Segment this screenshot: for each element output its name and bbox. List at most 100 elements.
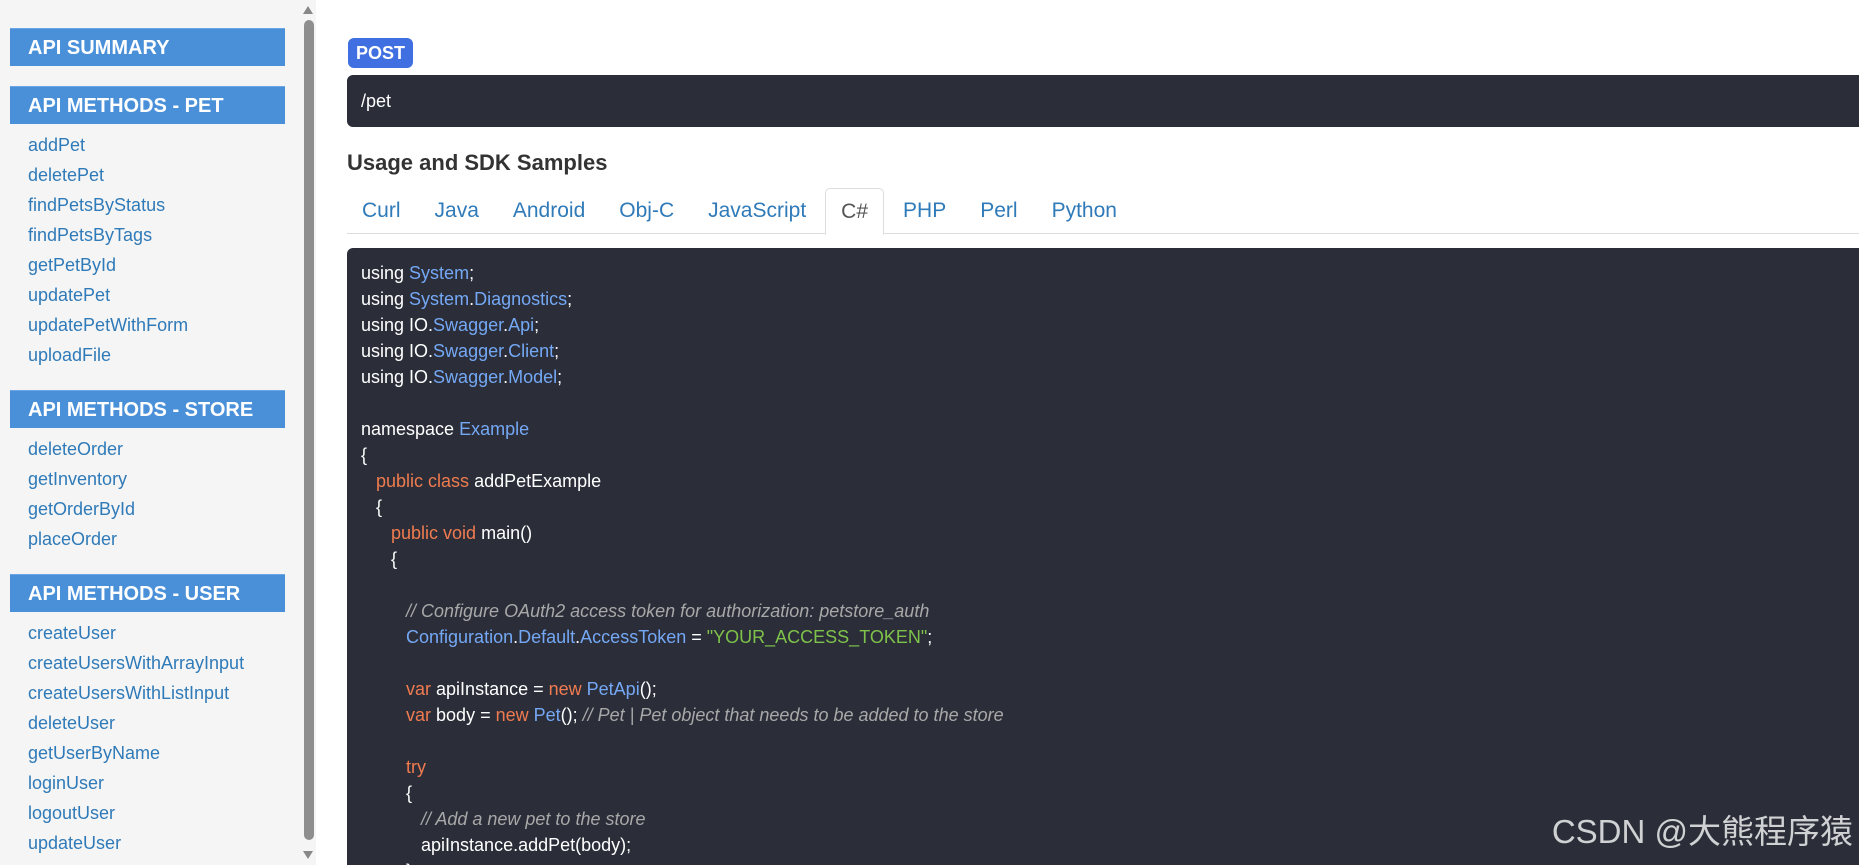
code-line: { bbox=[361, 780, 1845, 806]
code-token: { bbox=[361, 549, 398, 569]
nav-link-updateUser[interactable]: updateUser bbox=[28, 828, 300, 858]
nav-link-createUsersWithArrayInput[interactable]: createUsersWithArrayInput bbox=[28, 648, 300, 678]
code-token: var bbox=[406, 705, 437, 725]
code-line: public void main() bbox=[361, 520, 1845, 546]
code-line: namespace Example bbox=[361, 416, 1845, 442]
code-token: new bbox=[495, 705, 534, 725]
code-token: Swagger bbox=[433, 315, 504, 335]
scroll-up-arrow-icon[interactable] bbox=[303, 6, 313, 14]
code-token: Default bbox=[518, 627, 576, 647]
tab-perl[interactable]: Perl bbox=[965, 188, 1032, 234]
tab-php[interactable]: PHP bbox=[888, 188, 961, 234]
code-token: Diagnostics bbox=[474, 289, 568, 309]
code-token: (); bbox=[560, 705, 583, 725]
nav-link-getOrderById[interactable]: getOrderById bbox=[28, 494, 300, 524]
nav-link-updatePet[interactable]: updatePet bbox=[28, 280, 300, 310]
tab-javascript[interactable]: JavaScript bbox=[693, 188, 821, 234]
sdk-tabs: Curl Java Android Obj-C JavaScript C# PHP Perl P… bbox=[347, 188, 1859, 235]
nav-link-findPetsByTags[interactable]: findPetsByTags bbox=[28, 220, 300, 250]
nav-link-getInventory[interactable]: getInventory bbox=[28, 464, 300, 494]
tab-python[interactable]: Python bbox=[1037, 188, 1132, 234]
code-token: Api bbox=[508, 315, 535, 335]
code-line: using IO.Swagger.Api; bbox=[361, 312, 1845, 338]
sidebar: API SUMMARY API METHODS - PET addPet delet… bbox=[0, 0, 300, 865]
code-line: using System; bbox=[361, 260, 1845, 286]
code-token: { bbox=[361, 445, 368, 465]
watermark: CSDN @大熊程序猿 bbox=[1551, 813, 1853, 850]
code-sample: using System; using System.Diagnostics; us… bbox=[347, 248, 1859, 865]
code-token: Example bbox=[459, 419, 530, 439]
nav-sections: API METHODS - PET addPet deletePet findPets… bbox=[0, 66, 300, 858]
nav-link-getPetById[interactable]: getPetById bbox=[28, 250, 300, 280]
code-token: Swagger bbox=[433, 367, 504, 387]
code-token: // Add a new pet to the store bbox=[421, 809, 646, 829]
code-token: // Configure OAuth2 access token for aut… bbox=[406, 601, 930, 621]
sidebar-scrollbar[interactable] bbox=[300, 0, 316, 865]
nav-link-createUsersWithListInput[interactable]: createUsersWithListInput bbox=[28, 678, 300, 708]
tab-obj-c[interactable]: Obj-C bbox=[604, 188, 689, 234]
nav-link-logoutUser[interactable]: logoutUser bbox=[28, 798, 300, 828]
code-token: public void bbox=[391, 523, 482, 543]
code-token: = bbox=[686, 627, 707, 647]
code-token: } bbox=[361, 861, 412, 865]
tab-csharp[interactable]: C# bbox=[825, 188, 885, 235]
code-token: "YOUR_ACCESS_TOKEN" bbox=[706, 627, 928, 647]
http-method-badge: POST bbox=[348, 38, 414, 68]
nav-link-addPet[interactable]: addPet bbox=[28, 130, 300, 160]
code-token: PetApi bbox=[586, 679, 640, 699]
code-token: body = bbox=[436, 705, 496, 725]
code-token: var bbox=[406, 679, 437, 699]
nav-link-placeOrder[interactable]: placeOrder bbox=[28, 524, 300, 554]
code-token: Model bbox=[508, 367, 558, 387]
nav-link-loginUser[interactable]: loginUser bbox=[28, 768, 300, 798]
nav-link-findPetsByStatus[interactable]: findPetsByStatus bbox=[28, 190, 300, 220]
nav-link-deleteUser[interactable]: deleteUser bbox=[28, 708, 300, 738]
nav-section-header[interactable]: API METHODS - STORE bbox=[10, 390, 285, 428]
code-token: public class bbox=[376, 471, 475, 491]
code-line: { bbox=[361, 546, 1845, 572]
nav-link-deletePet[interactable]: deletePet bbox=[28, 160, 300, 190]
nav-link-deleteOrder[interactable]: deleteOrder bbox=[28, 434, 300, 464]
code-token: namespace bbox=[361, 419, 460, 439]
tab-android[interactable]: Android bbox=[498, 188, 600, 234]
code-token: ; bbox=[469, 263, 475, 283]
nav-section-header[interactable]: API METHODS - PET bbox=[10, 86, 285, 124]
code-token: apiInstance = bbox=[436, 679, 549, 699]
code-line: { bbox=[361, 442, 1845, 468]
code-token: ; bbox=[567, 289, 573, 309]
code-token: try bbox=[406, 757, 427, 777]
code-token: Configuration bbox=[406, 627, 514, 647]
tab-java[interactable]: Java bbox=[420, 188, 494, 234]
code-line: using System.Diagnostics; bbox=[361, 286, 1845, 312]
nav-link-createUser[interactable]: createUser bbox=[28, 618, 300, 648]
section-title: Usage and SDK Samples bbox=[347, 150, 608, 175]
code-token: { bbox=[361, 497, 383, 517]
tab-curl[interactable]: Curl bbox=[347, 188, 416, 234]
code-token: (); bbox=[639, 679, 657, 699]
api-summary-header[interactable]: API SUMMARY bbox=[10, 28, 285, 66]
nav-link-getUserByName[interactable]: getUserByName bbox=[28, 738, 300, 768]
code-token: Client bbox=[508, 341, 555, 361]
code-token: new bbox=[548, 679, 587, 699]
nav-link-uploadFile[interactable]: uploadFile bbox=[28, 340, 300, 370]
code-token: ; bbox=[554, 341, 560, 361]
nav-section-header[interactable]: API METHODS - USER bbox=[10, 574, 285, 612]
main-content: POST /pet Usage and SDK Samples Curl Java… bbox=[347, 0, 1859, 865]
scroll-down-arrow-icon[interactable] bbox=[303, 851, 313, 859]
code-token: ; bbox=[927, 627, 933, 647]
nav-link-updatePetWithForm[interactable]: updatePetWithForm bbox=[28, 310, 300, 340]
scroll-thumb[interactable] bbox=[304, 20, 314, 840]
code-token: using bbox=[361, 263, 410, 283]
code-token: ; bbox=[557, 367, 563, 387]
code-token: addPetExample bbox=[474, 471, 602, 491]
code-token: using IO. bbox=[361, 367, 434, 387]
code-token: System bbox=[409, 263, 470, 283]
